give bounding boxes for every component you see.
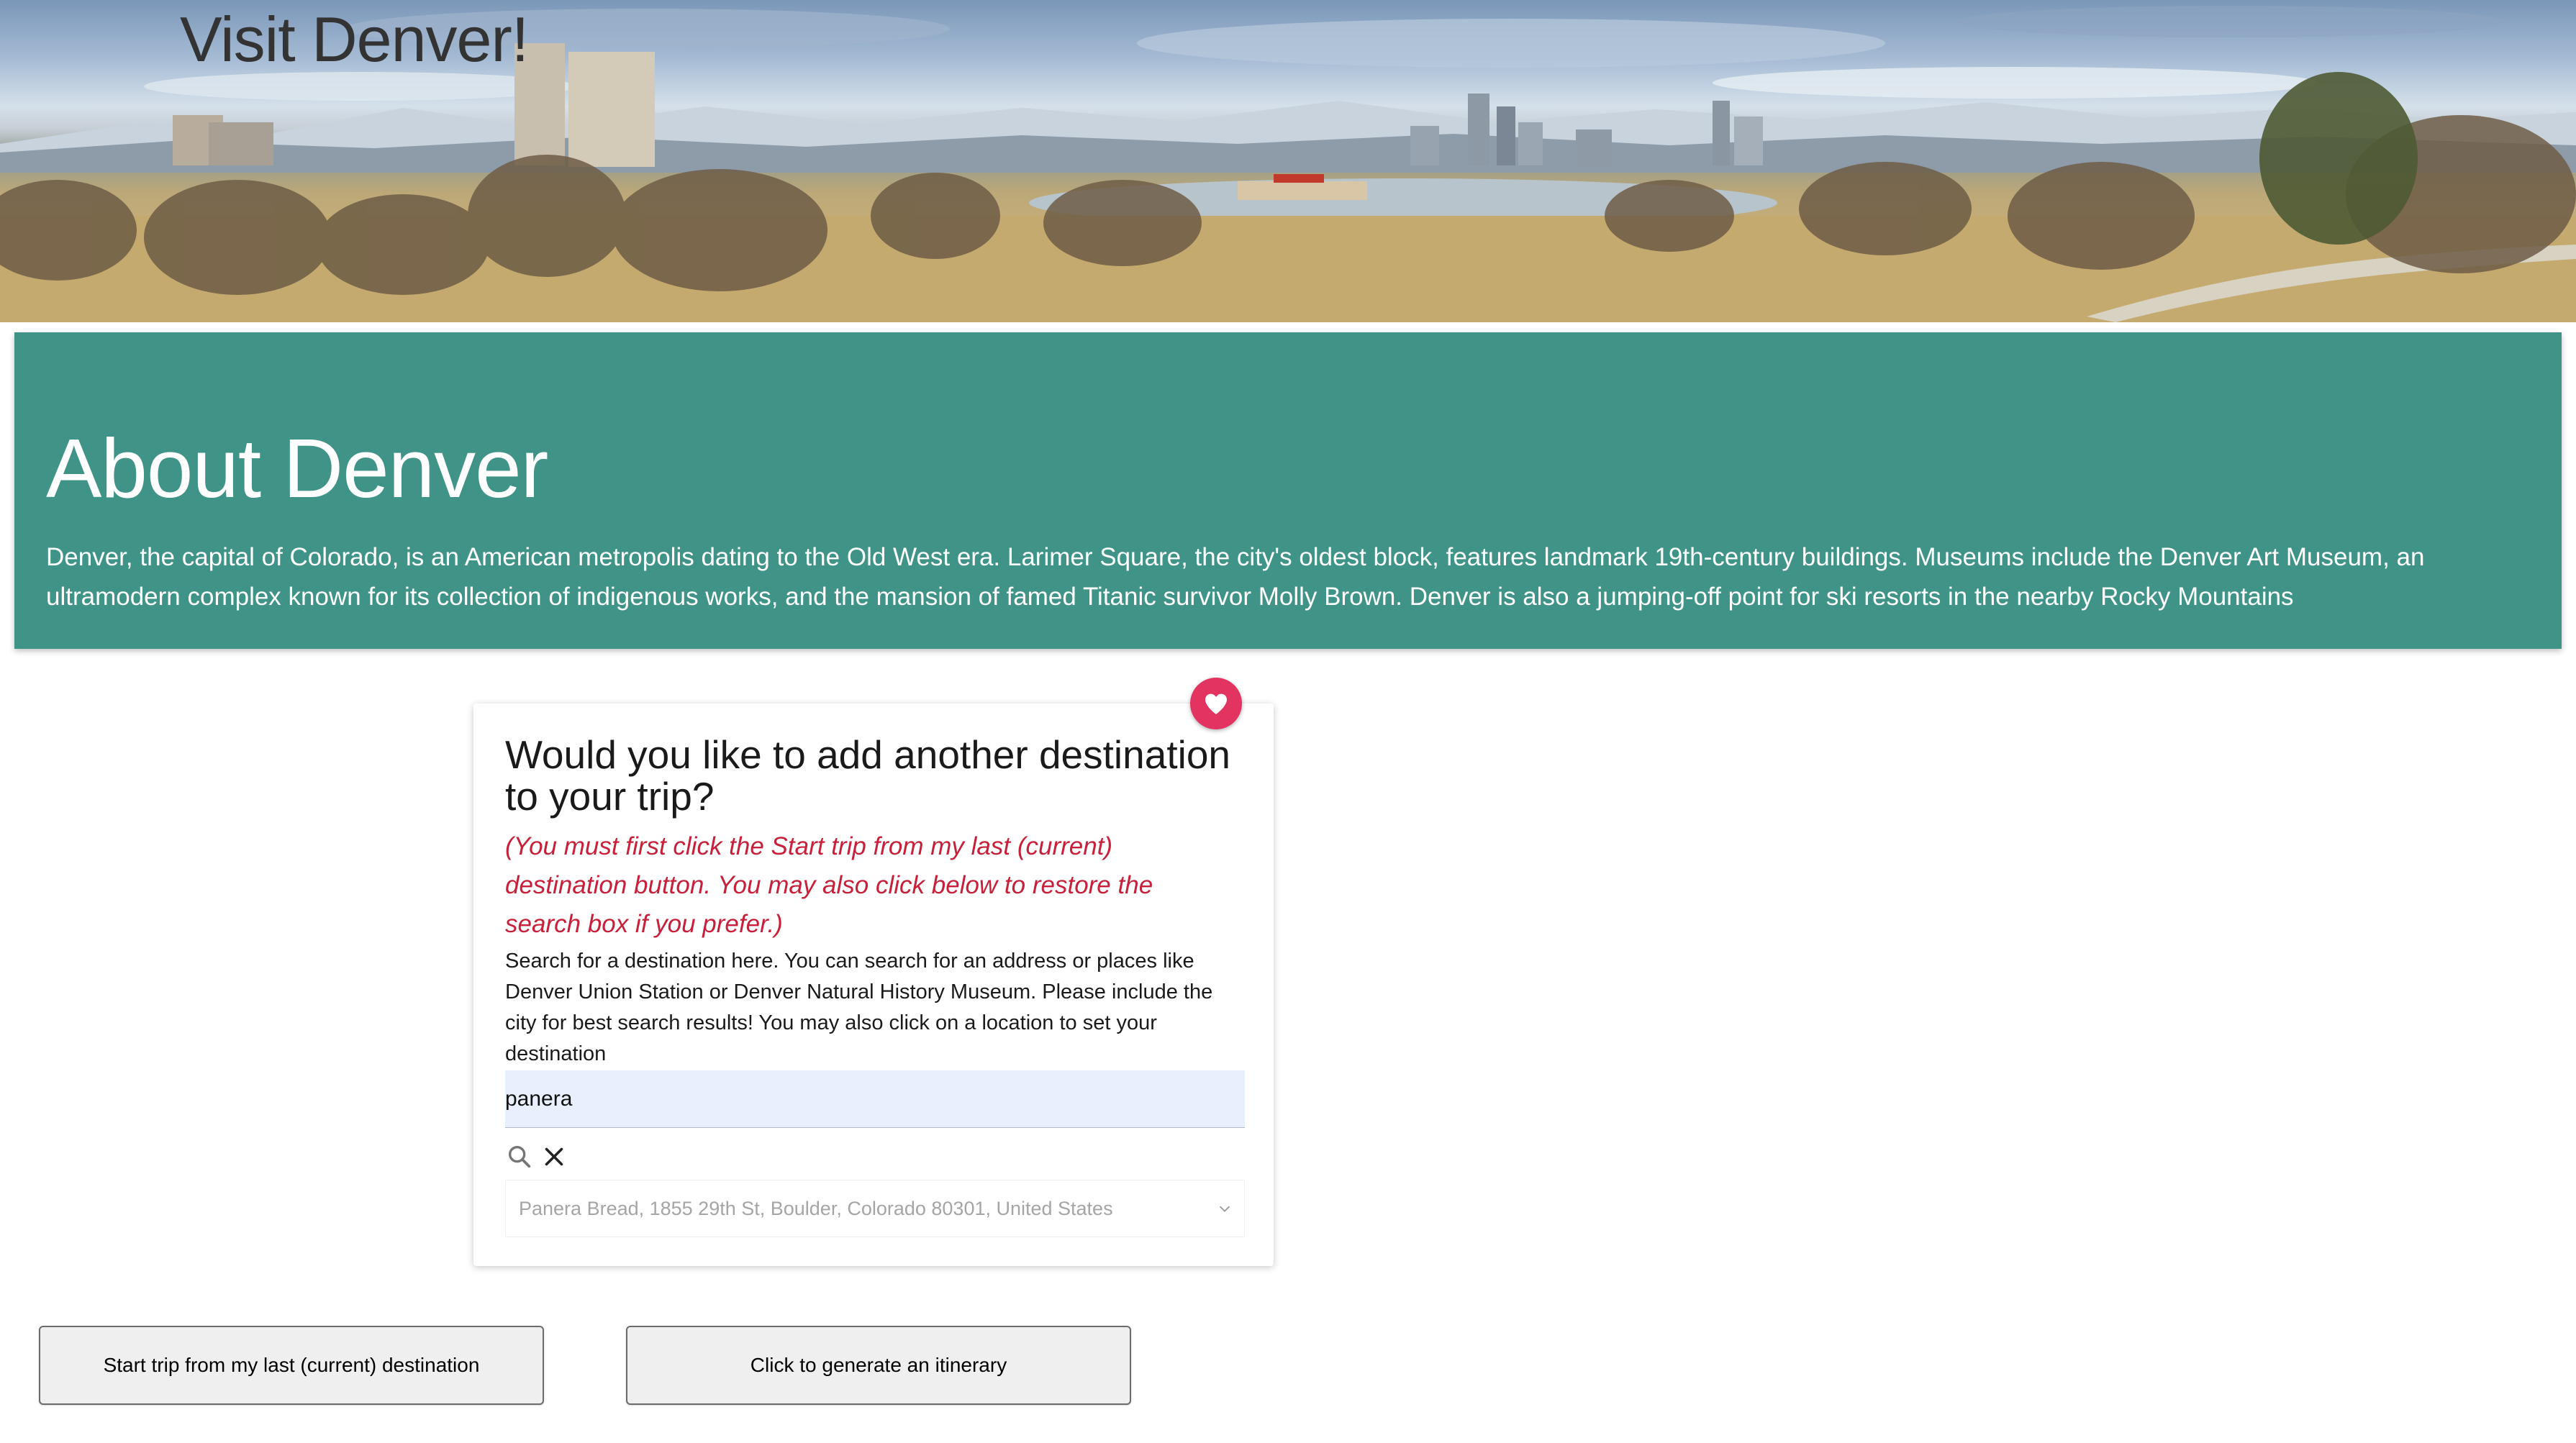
favorite-button[interactable] xyxy=(1190,678,1242,729)
search-instructions: Search for a destination here. You can s… xyxy=(505,950,1213,1065)
close-icon[interactable] xyxy=(541,1144,567,1170)
card-title: Would you like to add another destinatio… xyxy=(505,732,1230,819)
destination-card: Would you like to add another destinatio… xyxy=(473,704,1274,1266)
start-trip-button[interactable]: Start trip from my last (current) destin… xyxy=(39,1326,544,1405)
about-section: About Denver Denver, the capital of Colo… xyxy=(14,332,2562,649)
search-icon[interactable] xyxy=(505,1142,534,1171)
search-result-value: Panera Bread, 1855 29th St, Boulder, Col… xyxy=(519,1198,1113,1219)
about-description: Denver, the capital of Colorado, is an A… xyxy=(46,543,2425,611)
header-banner: Visit Denver! xyxy=(0,0,2576,322)
about-heading: About Denver xyxy=(46,422,548,515)
search-result-select[interactable]: Panera Bread, 1855 29th St, Boulder, Col… xyxy=(505,1180,1245,1237)
search-input[interactable] xyxy=(505,1070,1245,1128)
site-title: Visit Denver! xyxy=(180,4,529,75)
warning-text: (You must first click the Start trip fro… xyxy=(505,832,1153,938)
generate-itinerary-button[interactable]: Click to generate an itinerary xyxy=(626,1326,1131,1405)
heart-icon xyxy=(1205,693,1227,714)
chevron-down-icon xyxy=(1219,1206,1230,1212)
